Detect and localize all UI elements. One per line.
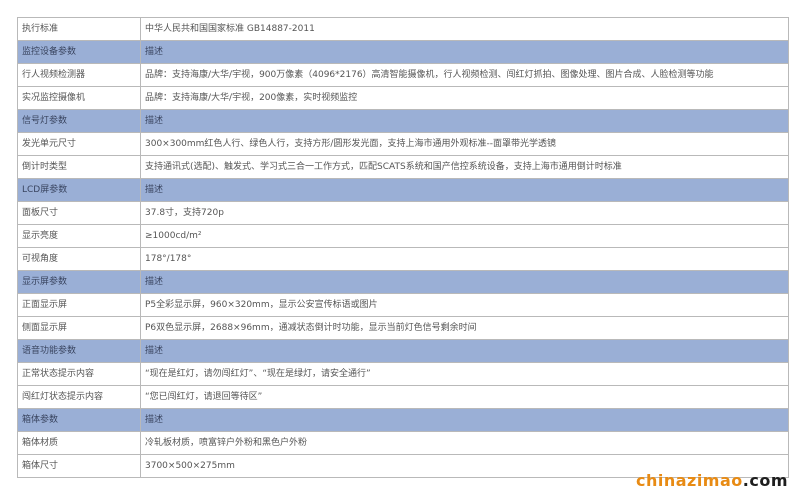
- param-label: 行人视频检测器: [17, 63, 141, 87]
- param-label: 闯红灯状态提示内容: [17, 385, 141, 409]
- table-row: 正面显示屏 P5全彩显示屏，960×320mm，显示公安宣传标语或图片: [17, 293, 789, 317]
- table-row: 行人视频检测器 品牌：支持海康/大华/宇视，900万像素（4096*2176）高清…: [17, 63, 789, 87]
- watermark-domain: .com: [742, 471, 788, 490]
- section-desc-header: 描述: [140, 178, 789, 202]
- watermark-name: chinazimao: [635, 471, 743, 490]
- param-label: 面板尺寸: [17, 201, 141, 225]
- param-value: 中华人民共和国国家标准 GB14887-2011: [140, 17, 789, 41]
- param-value: ≥1000cd/m²: [140, 224, 789, 248]
- section-desc-header: 描述: [140, 408, 789, 432]
- table-row: 显示亮度 ≥1000cd/m²: [17, 224, 789, 248]
- table-row: 侧面显示屏 P6双色显示屏，2688×96mm，通减状态倒计时功能，显示当前灯色信…: [17, 316, 789, 340]
- table-row: 发光单元尺寸 300×300mm红色人行、绿色人行，支持方形/圆形发光面，支持上海…: [17, 132, 789, 156]
- table-row: 执行标准 中华人民共和国国家标准 GB14887-2011: [17, 17, 789, 41]
- section-title: 语音功能参数: [17, 339, 141, 363]
- param-label: 实况监控摄像机: [17, 86, 141, 110]
- param-label: 倒计时类型: [17, 155, 141, 179]
- spec-table: 执行标准 中华人民共和国国家标准 GB14887-2011 监控设备参数 描述 行人视频…: [17, 17, 789, 478]
- section-title: 监控设备参数: [17, 40, 141, 64]
- param-value: “您已闯红灯，请退回等待区”: [140, 385, 789, 409]
- section-desc-header: 描述: [140, 109, 789, 133]
- section-header-row: 语音功能参数 描述: [17, 339, 789, 363]
- table-row: 实况监控摄像机 品牌：支持海康/大华/宇视，200像素，实时视频监控: [17, 86, 789, 110]
- param-label: 箱体尺寸: [17, 454, 141, 478]
- section-title: 信号灯参数: [17, 109, 141, 133]
- section-desc-header: 描述: [140, 40, 789, 64]
- param-value: 300×300mm红色人行、绿色人行，支持方形/圆形发光面，支持上海市通用外观标…: [140, 132, 789, 156]
- param-value: 178°/178°: [140, 247, 789, 271]
- param-label: 侧面显示屏: [17, 316, 141, 340]
- param-value: 品牌：支持海康/大华/宇视，900万像素（4096*2176）高清智能摄像机，行…: [140, 63, 789, 87]
- watermark: chinazimao.com: [636, 471, 788, 490]
- section-header-row: 监控设备参数 描述: [17, 40, 789, 64]
- table-row: 可视角度 178°/178°: [17, 247, 789, 271]
- section-header-row: 显示屏参数 描述: [17, 270, 789, 294]
- table-row: 倒计时类型 支持通讯式(选配)、触发式、学习式三合一工作方式，匹配SCATS系统和…: [17, 155, 789, 179]
- param-value: 品牌：支持海康/大华/宇视，200像素，实时视频监控: [140, 86, 789, 110]
- param-value: 冷轧板材质，喷富锌户外粉和黑色户外粉: [140, 431, 789, 455]
- param-label: 箱体材质: [17, 431, 141, 455]
- param-label: 执行标准: [17, 17, 141, 41]
- table-row: 面板尺寸 37.8寸，支持720p: [17, 201, 789, 225]
- section-desc-header: 描述: [140, 270, 789, 294]
- section-desc-header: 描述: [140, 339, 789, 363]
- param-value: P6双色显示屏，2688×96mm，通减状态倒计时功能，显示当前灯色信号剩余时间: [140, 316, 789, 340]
- table-row: 闯红灯状态提示内容 “您已闯红灯，请退回等待区”: [17, 385, 789, 409]
- section-title: 箱体参数: [17, 408, 141, 432]
- spec-table-body: 执行标准 中华人民共和国国家标准 GB14887-2011 监控设备参数 描述 行人视频…: [17, 17, 789, 478]
- table-row: 箱体材质 冷轧板材质，喷富锌户外粉和黑色户外粉: [17, 431, 789, 455]
- param-value: 支持通讯式(选配)、触发式、学习式三合一工作方式，匹配SCATS系统和国产信控系…: [140, 155, 789, 179]
- section-title: 显示屏参数: [17, 270, 141, 294]
- section-header-row: 箱体参数 描述: [17, 408, 789, 432]
- param-value: P5全彩显示屏，960×320mm，显示公安宣传标语或图片: [140, 293, 789, 317]
- section-header-row: 信号灯参数 描述: [17, 109, 789, 133]
- param-label: 显示亮度: [17, 224, 141, 248]
- table-row: 正常状态提示内容 “现在是红灯，请勿闯红灯”、“现在是绿灯，请安全通行”: [17, 362, 789, 386]
- param-value: “现在是红灯，请勿闯红灯”、“现在是绿灯，请安全通行”: [140, 362, 789, 386]
- section-header-row: LCD屏参数 描述: [17, 178, 789, 202]
- param-label: 正常状态提示内容: [17, 362, 141, 386]
- param-label: 发光单元尺寸: [17, 132, 141, 156]
- param-value: 37.8寸，支持720p: [140, 201, 789, 225]
- param-label: 正面显示屏: [17, 293, 141, 317]
- param-label: 可视角度: [17, 247, 141, 271]
- section-title: LCD屏参数: [17, 178, 141, 202]
